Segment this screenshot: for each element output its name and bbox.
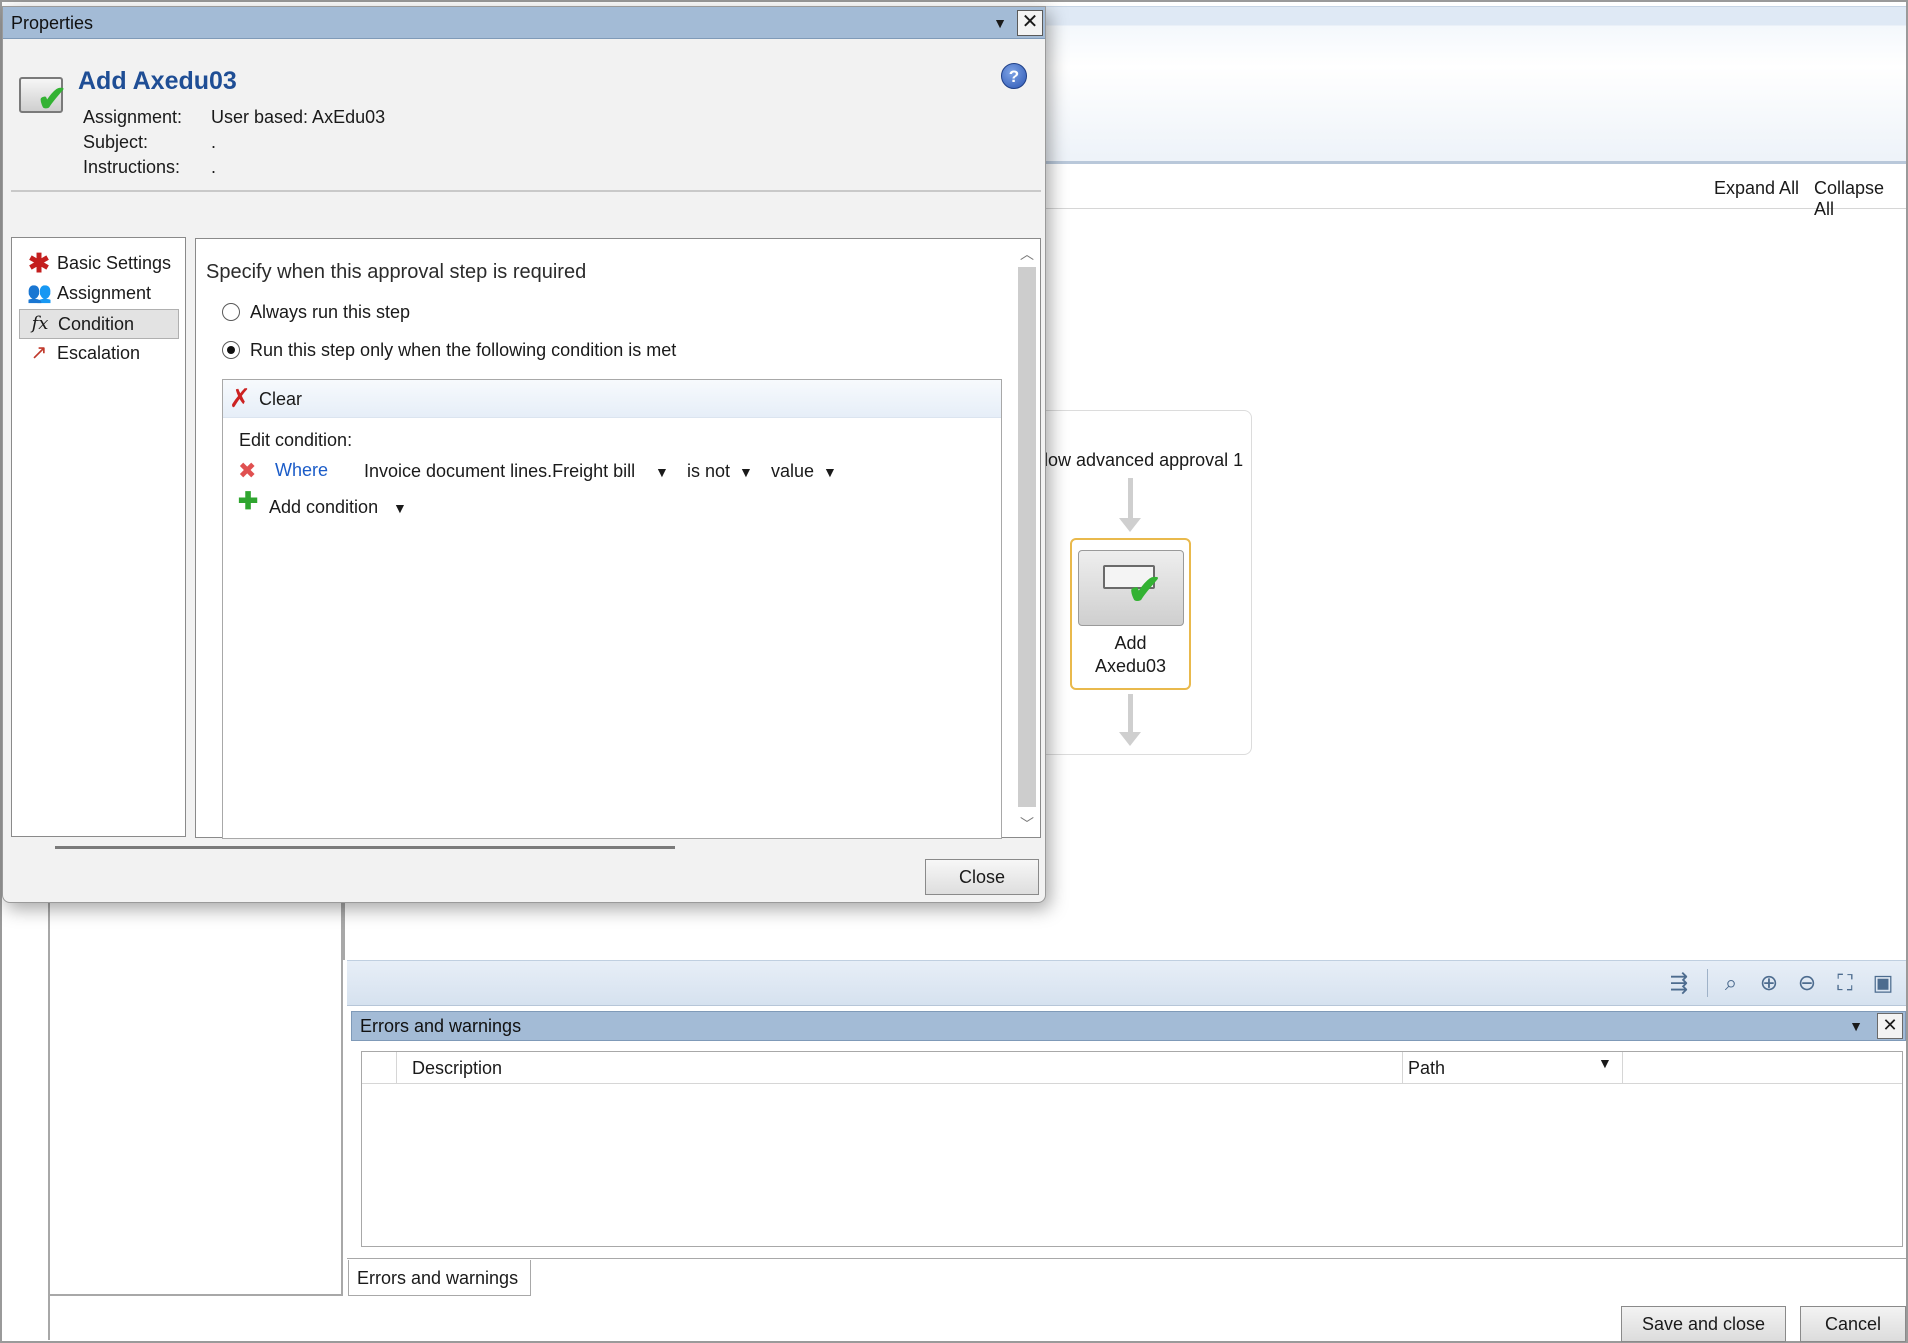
- instructions-label: Instructions:: [83, 157, 181, 177]
- nav-item-label: Condition: [58, 314, 135, 334]
- properties-nav: ✱ Basic Settings 👥 Assignment fx Conditi…: [11, 237, 186, 837]
- column-header-description[interactable]: Description: [412, 1058, 502, 1079]
- workflow-step-node[interactable]: ✔ Add Axedu03: [1070, 538, 1191, 690]
- errors-panel-title: Errors and warnings: [360, 1016, 522, 1036]
- path-filter-dropdown-icon[interactable]: ▼: [1598, 1055, 1612, 1071]
- condition-toolbar: ✗ Clear: [223, 380, 1001, 418]
- actual-size-icon[interactable]: ▣: [1869, 969, 1897, 997]
- function-icon: fx: [31, 313, 49, 334]
- workflow-element-label: low advanced approval 1: [1044, 450, 1244, 470]
- expand-all-link[interactable]: Expand All: [1714, 178, 1799, 199]
- save-and-close-button[interactable]: Save and close: [1621, 1306, 1786, 1342]
- conditional-run-radio[interactable]: [222, 341, 240, 359]
- users-icon: 👥: [27, 282, 52, 304]
- nav-item-label: Basic Settings: [57, 253, 172, 273]
- canvas-border: [343, 900, 345, 960]
- condition-operator[interactable]: is not: [687, 461, 730, 482]
- dialog-close-icon[interactable]: ✕: [1017, 10, 1043, 36]
- help-icon[interactable]: ?: [1001, 63, 1027, 89]
- dialog-title-bar[interactable]: Properties ▼ ✕: [3, 7, 1045, 39]
- step-node-label-line2: Axedu03: [1094, 656, 1167, 676]
- scroll-down-icon[interactable]: ﹀: [1020, 817, 1034, 831]
- delete-condition-icon[interactable]: ✖: [238, 460, 256, 482]
- always-run-radio[interactable]: [222, 303, 240, 321]
- pan-icon[interactable]: ⇶: [1665, 969, 1693, 997]
- errors-grid-header: Description Path ▼: [362, 1052, 1902, 1084]
- properties-dialog: Properties ▼ ✕ ✔ Add Axedu03 ? Assignmen…: [2, 6, 1046, 903]
- scroll-up-icon[interactable]: ︿: [1020, 247, 1034, 261]
- edit-condition-label: Edit condition:: [239, 430, 353, 450]
- scrollbar-thumb[interactable]: [1018, 267, 1036, 807]
- panel-close-icon[interactable]: ✕: [1877, 1013, 1903, 1039]
- ribbon: [1045, 6, 1906, 164]
- condition-section-title: Specify when this approval step is requi…: [206, 261, 587, 283]
- instructions-value: .: [211, 157, 217, 177]
- where-link[interactable]: Where: [275, 460, 328, 481]
- escalation-icon: ↗: [30, 342, 48, 364]
- nav-item-assignment[interactable]: 👥 Assignment: [19, 279, 179, 309]
- zoom-rectangle-icon[interactable]: ⌕: [1717, 969, 1745, 997]
- condition-editor: ✗ Clear Edit condition: ✖ Where Invoice …: [222, 379, 1002, 839]
- panel-menu-dropdown-icon[interactable]: ▼: [1845, 1014, 1867, 1038]
- zoom-out-icon[interactable]: ⊖: [1793, 969, 1821, 997]
- collapse-all-link[interactable]: Collapse All: [1814, 178, 1908, 220]
- approval-step-icon: ✔: [1078, 550, 1184, 626]
- add-condition-button[interactable]: Add condition: [269, 497, 378, 518]
- clear-button[interactable]: Clear: [259, 389, 302, 410]
- condition-value[interactable]: value: [771, 461, 814, 482]
- subject-label: Subject:: [83, 132, 149, 152]
- nav-item-escalation[interactable]: ↗ Escalation: [19, 339, 179, 369]
- flow-connector-arrow: [1128, 478, 1133, 518]
- clear-icon[interactable]: ✗: [229, 385, 251, 411]
- header-divider: [11, 190, 1041, 192]
- errors-panel-header: Errors and warnings ▼ ✕: [351, 1011, 1906, 1041]
- nav-item-label: Assignment: [57, 283, 152, 303]
- canvas-toolbar: ⇶ ⌕ ⊕ ⊖ ⛶ ▣: [347, 960, 1906, 1006]
- step-node-label-line1: Add: [1114, 633, 1147, 653]
- flow-connector-arrowhead: [1119, 732, 1141, 746]
- column-header-path[interactable]: Path: [1408, 1058, 1445, 1079]
- subject-value: .: [211, 132, 217, 152]
- dialog-title: Properties: [11, 13, 94, 33]
- horizontal-scrollbar[interactable]: [55, 846, 675, 849]
- cancel-button[interactable]: Cancel: [1800, 1306, 1906, 1342]
- always-run-label[interactable]: Always run this step: [250, 302, 410, 323]
- nav-item-condition[interactable]: fx Condition: [19, 309, 179, 339]
- asterisk-icon: ✱: [28, 248, 50, 278]
- field-dropdown-icon[interactable]: ▼: [655, 464, 669, 480]
- value-dropdown-icon[interactable]: ▼: [823, 464, 837, 480]
- elements-sidebar: [48, 900, 343, 1296]
- tab-errors-and-warnings[interactable]: Errors and warnings: [348, 1260, 531, 1296]
- step-heading: Add Axedu03: [78, 67, 237, 95]
- flow-connector-arrow: [1128, 694, 1133, 732]
- dialog-menu-dropdown-icon[interactable]: ▼: [989, 11, 1011, 35]
- flow-connector-arrowhead: [1119, 518, 1141, 532]
- add-condition-dropdown-icon[interactable]: ▼: [393, 500, 407, 516]
- zoom-in-icon[interactable]: ⊕: [1755, 969, 1783, 997]
- close-button[interactable]: Close: [925, 859, 1039, 895]
- add-condition-icon[interactable]: ✚: [238, 490, 258, 514]
- operator-dropdown-icon[interactable]: ▼: [739, 464, 753, 480]
- nav-item-basic-settings[interactable]: ✱ Basic Settings: [19, 249, 179, 279]
- conditional-run-label[interactable]: Run this step only when the following co…: [250, 340, 676, 361]
- nav-item-label: Escalation: [57, 343, 141, 363]
- condition-panel: Specify when this approval step is requi…: [195, 238, 1041, 839]
- approval-step-icon: ✔: [19, 77, 67, 117]
- fit-to-window-icon[interactable]: ⛶: [1831, 969, 1859, 997]
- assignment-value: User based: AxEdu03: [211, 107, 386, 127]
- condition-field[interactable]: Invoice document lines.Freight bill: [364, 461, 635, 482]
- toolbar-separator: [1707, 969, 1708, 997]
- vertical-scrollbar[interactable]: ︿ ﹀: [1016, 247, 1038, 831]
- assignment-label: Assignment:: [83, 107, 183, 127]
- errors-grid: Description Path ▼: [361, 1051, 1903, 1247]
- toolbar-divider: [1045, 208, 1906, 209]
